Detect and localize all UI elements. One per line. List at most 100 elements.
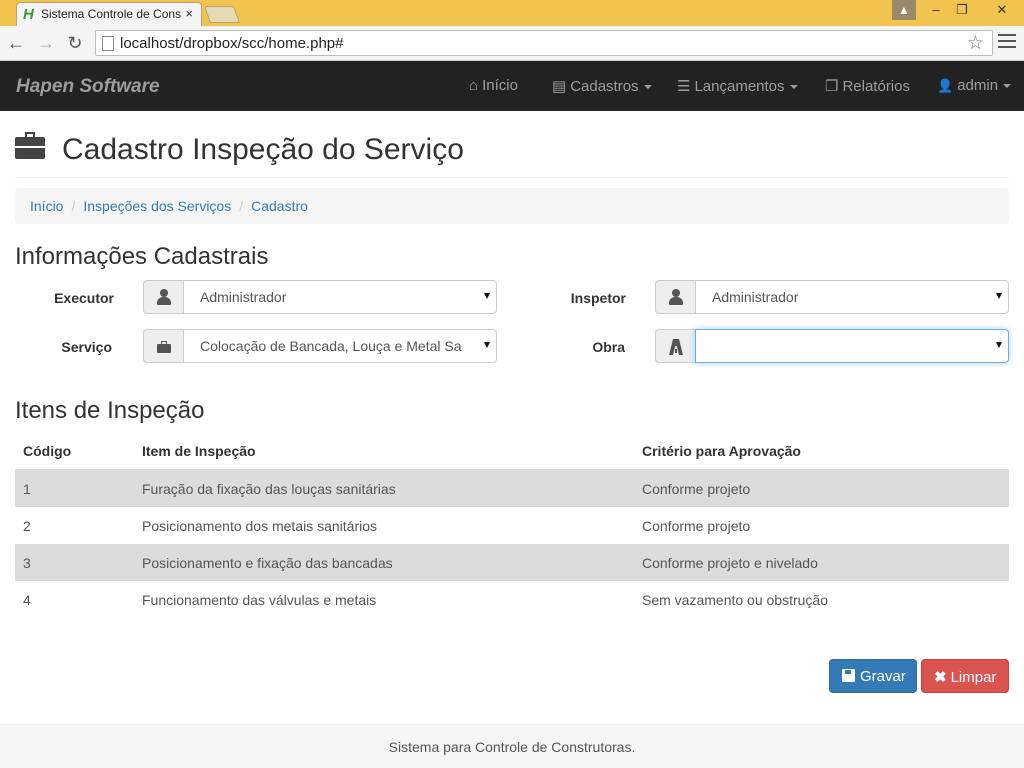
breadcrumb-separator: / xyxy=(239,198,244,214)
table-row[interactable]: 4 Funcionamento das válvulas e metais Se… xyxy=(15,581,1009,618)
servico-value: Colocação de Bancada, Louça e Metal Sa xyxy=(200,338,462,354)
nav-admin[interactable]: 👤 admin xyxy=(937,77,1012,94)
dropdown-arrow-icon xyxy=(484,342,490,348)
cell-item: Posicionamento dos metais sanitários xyxy=(142,517,378,534)
browser-tab[interactable]: H Sistema Controle de Cons × xyxy=(16,2,202,26)
executor-value: Administrador xyxy=(200,289,287,305)
breadcrumb: Início / Inspeções dos Serviços / Cadastro xyxy=(15,188,1009,224)
obra-select[interactable] xyxy=(695,329,1009,363)
column-header-criterio[interactable]: Critério para Aprovação xyxy=(634,433,1009,471)
tab-close-icon[interactable]: × xyxy=(185,6,193,21)
breadcrumb-inicio[interactable]: Início xyxy=(30,198,63,214)
browser-menu-icon[interactable] xyxy=(998,34,1016,52)
tab-title: Sistema Controle de Cons xyxy=(41,7,181,21)
inspetor-value: Administrador xyxy=(712,289,799,305)
nav-label: Lançamentos xyxy=(694,78,785,95)
column-header-codigo[interactable]: Código xyxy=(15,433,134,471)
inspetor-addon xyxy=(655,280,695,314)
save-button-label: Gravar xyxy=(860,668,906,685)
cell-codigo: 1 xyxy=(15,470,134,507)
dropdown-arrow-icon xyxy=(484,293,490,299)
road-icon xyxy=(669,339,683,355)
executor-select-group: Administrador xyxy=(143,280,497,314)
copy-icon: ❐ xyxy=(825,78,839,95)
cell-criterio: Conforme projeto xyxy=(634,470,1009,507)
bookmark-star-icon[interactable]: ☆ xyxy=(967,32,984,55)
nav-label: Cadastros xyxy=(570,78,639,95)
breadcrumb-inspecoes[interactable]: Inspeções dos Serviços xyxy=(83,198,231,214)
cell-criterio: Sem vazamento ou obstrução xyxy=(642,591,828,608)
minimize-button[interactable]: – xyxy=(922,0,950,20)
caret-down-icon xyxy=(1003,84,1012,89)
browser-profile-icon[interactable]: ▲ xyxy=(892,0,916,20)
caret-down-icon xyxy=(643,85,652,90)
cell-codigo: 3 xyxy=(15,544,134,581)
user-icon: 👤 xyxy=(937,78,954,93)
obra-label: Obra xyxy=(592,339,625,355)
nav-label: admin xyxy=(957,77,999,94)
navbar: Hapen Software ⌂ Início ▤ Cadastros ☰ Lança… xyxy=(0,61,1024,111)
list-alt-icon: ▤ xyxy=(552,78,567,95)
table-header-row: Código Item de Inspeção Critério para Ap… xyxy=(15,433,1009,471)
page-title: Cadastro Inspeção do Serviço xyxy=(62,133,464,166)
page-icon xyxy=(102,36,114,51)
inspetor-select-group: Administrador xyxy=(655,280,1009,314)
inspection-items-table: Código Item de Inspeção Critério para Ap… xyxy=(15,433,1009,618)
new-tab-button[interactable] xyxy=(203,6,241,23)
servico-addon xyxy=(143,329,183,363)
cell-codigo: 2 xyxy=(23,517,31,534)
table-row[interactable]: 1 Furação da fixação das louças sanitári… xyxy=(15,470,1009,507)
restore-button[interactable]: ❐ xyxy=(948,0,976,20)
browser-titlebar: H Sistema Controle de Cons × ▲ – ❐ ✕ xyxy=(0,0,1024,26)
nav-relatorios[interactable]: ❐ Relatórios xyxy=(825,77,910,95)
cell-codigo: 4 xyxy=(23,591,31,608)
caret-down-icon xyxy=(789,85,798,90)
forward-button[interactable]: → xyxy=(35,32,57,54)
briefcase-icon xyxy=(15,132,45,159)
clear-button-label: Limpar xyxy=(950,669,997,686)
briefcase-icon xyxy=(157,341,171,353)
breadcrumb-cadastro[interactable]: Cadastro xyxy=(251,198,308,214)
breadcrumb-separator: / xyxy=(71,198,76,214)
address-bar[interactable]: localhost/dropbox/scc/home.php# ☆ xyxy=(95,30,993,56)
nav-inicio[interactable]: ⌂ Início xyxy=(469,77,518,94)
inspetor-select[interactable]: Administrador xyxy=(695,280,1009,314)
footer-text: Sistema para Controle de Construtoras. xyxy=(388,739,636,755)
executor-select[interactable]: Administrador xyxy=(183,280,497,314)
nav-cadastros[interactable]: ▤ Cadastros xyxy=(552,77,652,95)
user-icon xyxy=(157,289,171,305)
servico-select-group: Colocação de Bancada, Louça e Metal Sa xyxy=(143,329,497,363)
cell-item: Furação da fixação das louças sanitárias xyxy=(134,470,634,507)
header-divider xyxy=(15,177,1009,178)
back-button[interactable]: ← xyxy=(5,32,27,54)
dropdown-arrow-icon xyxy=(996,342,1002,348)
user-icon xyxy=(669,289,683,305)
reload-button[interactable]: ↻ xyxy=(64,32,86,54)
browser-toolbar: ← → ↻ localhost/dropbox/scc/home.php# ☆ xyxy=(0,26,1024,61)
clear-button[interactable]: ✖ Limpar xyxy=(921,659,1009,693)
nav-label: Início xyxy=(482,77,518,94)
nav-lancamentos[interactable]: ☰ Lançamentos xyxy=(677,77,798,95)
remove-icon: ✖ xyxy=(934,669,947,686)
inspetor-label: Inspetor xyxy=(570,290,626,306)
column-header-item[interactable]: Item de Inspeção xyxy=(134,433,634,471)
brand[interactable]: Hapen Software xyxy=(16,76,160,98)
home-icon: ⌂ xyxy=(469,77,479,94)
save-button[interactable]: Gravar xyxy=(829,659,917,693)
cell-criterio: Conforme projeto xyxy=(642,517,751,534)
executor-label: Executor xyxy=(54,290,114,306)
favicon-icon: H xyxy=(23,6,34,23)
form-section-title: Informações Cadastrais xyxy=(15,243,269,270)
items-section-title: Itens de Inspeção xyxy=(15,397,205,424)
url-text: localhost/dropbox/scc/home.php# xyxy=(120,35,344,52)
obra-addon xyxy=(655,329,695,363)
th-list-icon: ☰ xyxy=(677,78,691,95)
servico-label: Serviço xyxy=(61,339,112,355)
close-window-button[interactable]: ✕ xyxy=(984,0,1020,20)
cell-item: Posicionamento e fixação das bancadas xyxy=(134,544,634,581)
table-row[interactable]: 2 Posicionamento dos metais sanitários C… xyxy=(15,507,1009,544)
table-row[interactable]: 3 Posicionamento e fixação das bancadas … xyxy=(15,544,1009,581)
footer: Sistema para Controle de Construtoras. xyxy=(0,724,1024,768)
floppy-disk-icon xyxy=(842,669,855,682)
servico-select[interactable]: Colocação de Bancada, Louça e Metal Sa xyxy=(183,329,497,363)
